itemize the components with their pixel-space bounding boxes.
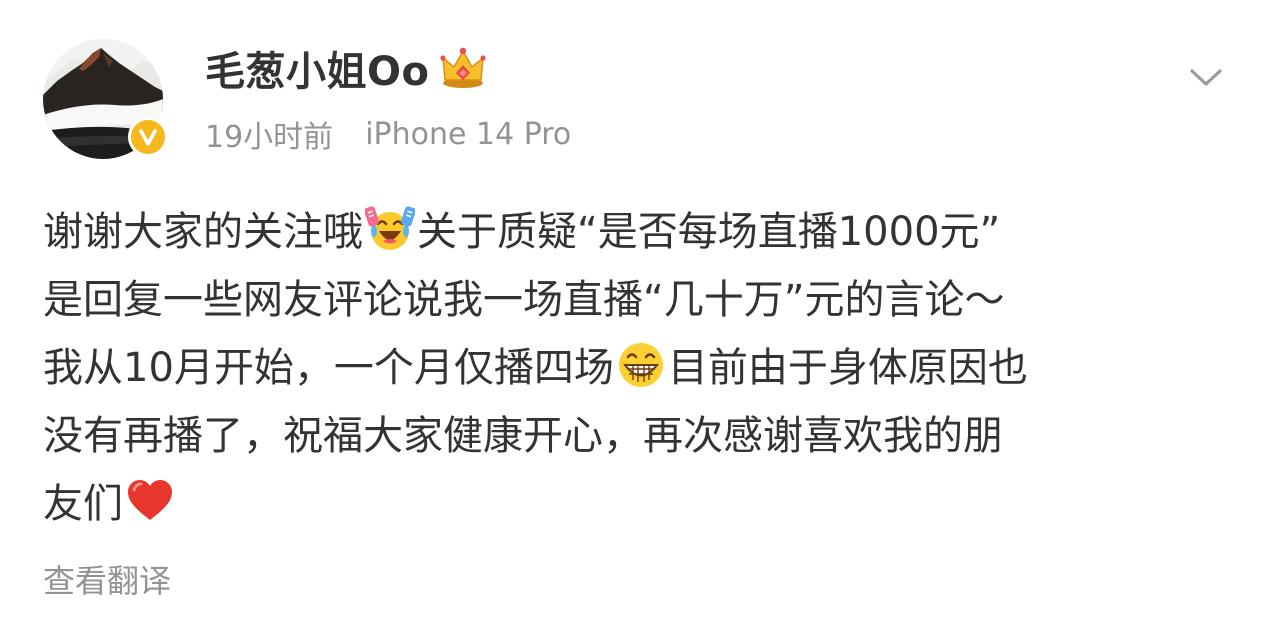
username[interactable]: 毛葱小姐Oo bbox=[205, 39, 429, 97]
content-text: 没有再播了，祝福大家健康开心，再次感谢喜欢我的朋 bbox=[43, 413, 1003, 459]
post-device: iPhone 14 Pro bbox=[365, 116, 572, 152]
content-text: 我从10月开始，一个月仅播四场 bbox=[43, 345, 614, 391]
content-text: 目前由于身体原因也 bbox=[667, 345, 1028, 391]
grinning-teeth-emoji bbox=[616, 340, 666, 390]
content-text: 谢谢大家的关注哦 bbox=[43, 209, 363, 255]
content-text: 友们 bbox=[43, 481, 123, 527]
crown-icon[interactable] bbox=[439, 46, 487, 90]
post-content: 谢谢大家的关注哦 关于质疑“是否每场直播1000元” 是回复一些网友评论说我一场… bbox=[43, 198, 1248, 538]
laughing-cheering-emoji bbox=[365, 204, 415, 254]
author-row: 毛葱小姐Oo bbox=[205, 40, 487, 96]
content-line: 我从10月开始，一个月仅播四场 目前由于身体原因也 bbox=[43, 334, 1248, 402]
post-meta: 19小时前 iPhone 14 Pro bbox=[205, 113, 572, 156]
view-translation-link[interactable]: 查看翻译 bbox=[43, 556, 171, 602]
content-text: 是回复一些网友评论说我一场直播“几十万”元的言论～ bbox=[43, 277, 1005, 323]
content-line: 友们 bbox=[43, 470, 1248, 538]
content-text: 关于质疑“是否每场直播1000元” bbox=[417, 209, 1001, 255]
post-time: 19小时前 bbox=[205, 120, 334, 155]
chevron-down-icon[interactable] bbox=[1186, 62, 1226, 94]
verified-badge-icon bbox=[128, 117, 168, 157]
content-line: 没有再播了，祝福大家健康开心，再次感谢喜欢我的朋 bbox=[43, 402, 1248, 470]
content-line: 谢谢大家的关注哦 关于质疑“是否每场直播1000元” bbox=[43, 198, 1248, 266]
red-heart-emoji bbox=[125, 476, 175, 526]
content-line: 是回复一些网友评论说我一场直播“几十万”元的言论～ bbox=[43, 266, 1248, 334]
